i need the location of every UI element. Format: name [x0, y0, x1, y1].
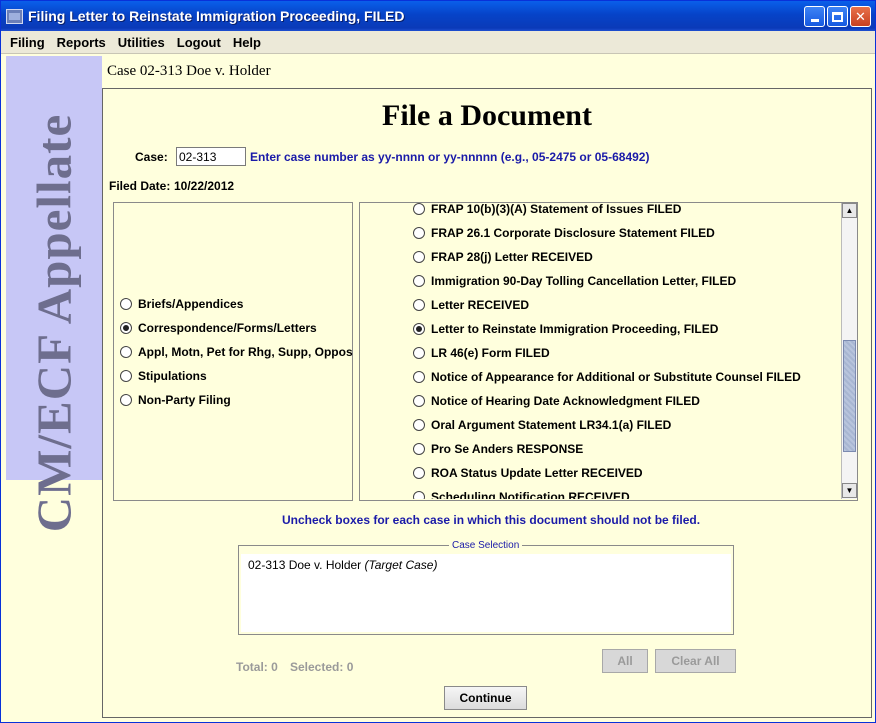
- document-option[interactable]: FRAP 26.1 Corporate Disclosure Statement…: [413, 225, 715, 241]
- total-count: Total: 0: [236, 660, 278, 674]
- category-option[interactable]: Correspondence/Forms/Letters: [120, 320, 317, 336]
- category-option[interactable]: Appl, Motn, Pet for Rhg, Supp, Oppos: [120, 344, 353, 360]
- document-radio[interactable]: [413, 371, 425, 383]
- clear-all-button[interactable]: Clear All: [655, 649, 736, 673]
- category-option[interactable]: Non-Party Filing: [120, 392, 231, 408]
- close-button[interactable]: ✕: [850, 6, 871, 27]
- file-document-panel: File a Document Case: Enter case number …: [102, 88, 872, 718]
- minimize-button[interactable]: [804, 6, 825, 27]
- selected-count: Selected: 0: [290, 660, 354, 674]
- document-option[interactable]: ROA Status Update Letter RECEIVED: [413, 465, 643, 481]
- document-option[interactable]: Pro Se Anders RESPONSE: [413, 441, 583, 457]
- case-number-input[interactable]: [176, 147, 246, 166]
- category-radio[interactable]: [120, 346, 132, 358]
- filed-date-value: 10/22/2012: [174, 179, 235, 193]
- uncheck-instruction: Uncheck boxes for each case in which thi…: [281, 513, 701, 527]
- maximize-icon: [832, 11, 843, 22]
- app-icon: [6, 9, 23, 24]
- application-window: Filing Letter to Reinstate Immigration P…: [0, 0, 876, 723]
- menu-logout[interactable]: Logout: [171, 35, 227, 50]
- document-option[interactable]: Immigration 90-Day Tolling Cancellation …: [413, 273, 736, 289]
- document-list-scrollbar[interactable]: ▲ ▼: [841, 203, 857, 499]
- arrow-up-icon: ▲: [845, 206, 854, 215]
- menu-reports[interactable]: Reports: [51, 35, 112, 50]
- case-number-hint: Enter case number as yy-nnnn or yy-nnnnn…: [250, 150, 650, 164]
- case-label: Case:: [135, 150, 168, 164]
- close-icon: ✕: [855, 8, 866, 24]
- case-header: Case 02-313 Doe v. Holder: [107, 63, 271, 79]
- category-radio[interactable]: [120, 394, 132, 406]
- document-option[interactable]: Scheduling Notification RECEIVED: [413, 489, 630, 499]
- minimize-icon: [810, 19, 819, 22]
- continue-button[interactable]: Continue: [444, 686, 527, 710]
- document-option[interactable]: Notice of Hearing Date Acknowledgment FI…: [413, 393, 700, 409]
- target-case-tag: (Target Case): [364, 558, 438, 572]
- menu-utilities[interactable]: Utilities: [112, 35, 171, 50]
- menu-filing[interactable]: Filing: [4, 35, 51, 50]
- category-radio[interactable]: [120, 370, 132, 382]
- category-option[interactable]: Briefs/Appendices: [120, 296, 243, 312]
- category-radio[interactable]: [120, 322, 132, 334]
- document-radio[interactable]: [413, 323, 425, 335]
- document-radio[interactable]: [413, 395, 425, 407]
- document-option[interactable]: Oral Argument Statement LR34.1(a) FILED: [413, 417, 671, 433]
- window-title: Filing Letter to Reinstate Immigration P…: [28, 8, 405, 24]
- maximize-button[interactable]: [827, 6, 848, 27]
- document-radio[interactable]: [413, 299, 425, 311]
- document-radio[interactable]: [413, 347, 425, 359]
- document-radio[interactable]: [413, 419, 425, 431]
- page-title: File a Document: [382, 99, 592, 132]
- scroll-down-button[interactable]: ▼: [842, 483, 857, 498]
- arrow-down-icon: ▼: [845, 486, 854, 495]
- side-banner: CM/ECF Appellate: [6, 56, 102, 532]
- filed-date-label: Filed Date:: [109, 179, 171, 193]
- document-option[interactable]: Notice of Appearance for Additional or S…: [413, 369, 801, 385]
- document-radio[interactable]: [413, 203, 425, 215]
- scroll-thumb[interactable]: [843, 340, 856, 452]
- document-radio[interactable]: [413, 251, 425, 263]
- document-radio[interactable]: [413, 467, 425, 479]
- case-selection-legend: Case Selection: [449, 540, 523, 551]
- document-list-viewport: FRAP 10(b)(3)(A) Statement of Issues FIL…: [360, 203, 840, 499]
- case-selection-entry[interactable]: 02-313 Doe v. Holder (Target Case): [248, 558, 437, 572]
- case-selection-group: Case Selection 02-313 Doe v. Holder (Tar…: [238, 540, 734, 635]
- scroll-up-button[interactable]: ▲: [842, 203, 857, 218]
- document-radio[interactable]: [413, 491, 425, 499]
- document-radio[interactable]: [413, 443, 425, 455]
- document-option[interactable]: Letter to Reinstate Immigration Proceedi…: [413, 321, 718, 337]
- menu-bar: Filing Reports Utilities Logout Help: [1, 31, 875, 54]
- title-bar[interactable]: Filing Letter to Reinstate Immigration P…: [1, 1, 875, 31]
- side-banner-text: CM/ECF Appellate: [26, 113, 82, 533]
- document-radio[interactable]: [413, 227, 425, 239]
- document-option[interactable]: Letter RECEIVED: [413, 297, 529, 313]
- document-type-list: FRAP 10(b)(3)(A) Statement of Issues FIL…: [359, 202, 858, 501]
- document-radio[interactable]: [413, 275, 425, 287]
- category-option[interactable]: Stipulations: [120, 368, 207, 384]
- document-option[interactable]: FRAP 10(b)(3)(A) Statement of Issues FIL…: [413, 203, 681, 217]
- case-selection-list[interactable]: 02-313 Doe v. Holder (Target Case): [241, 554, 731, 632]
- category-radio[interactable]: [120, 298, 132, 310]
- menu-help[interactable]: Help: [227, 35, 267, 50]
- document-option[interactable]: LR 46(e) Form FILED: [413, 345, 550, 361]
- document-option[interactable]: FRAP 28(j) Letter RECEIVED: [413, 249, 593, 265]
- category-panel: Briefs/Appendices Correspondence/Forms/L…: [113, 202, 353, 501]
- select-all-button[interactable]: All: [602, 649, 648, 673]
